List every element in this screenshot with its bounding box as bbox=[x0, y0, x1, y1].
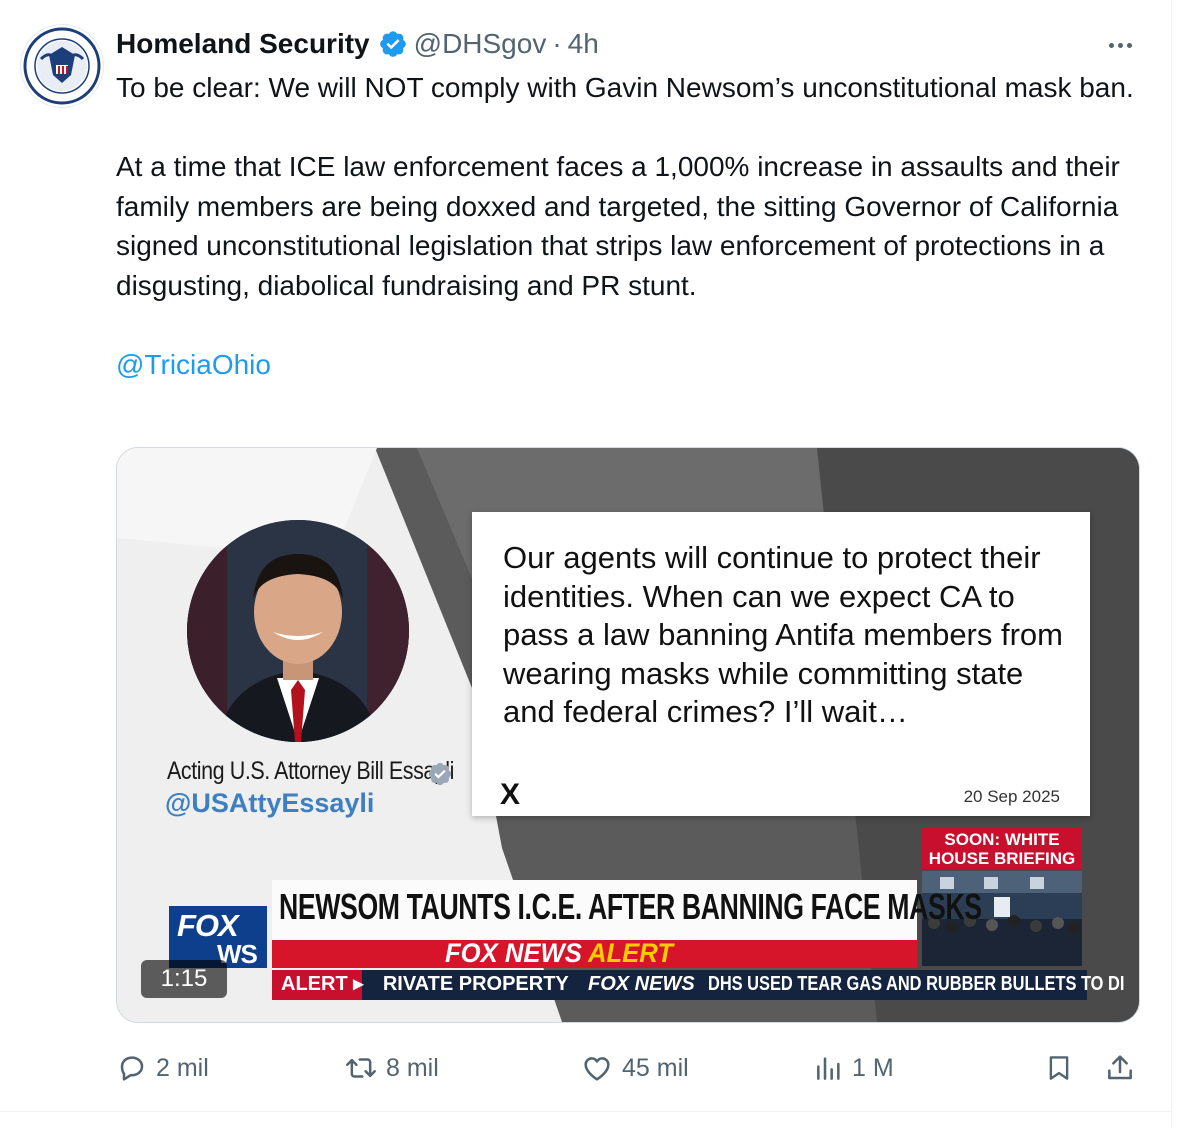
repost-count: 8 mil bbox=[386, 1053, 439, 1082]
ticker-left-text: RIVATE PROPERTY bbox=[382, 973, 569, 995]
tweet-paragraph: To be clear: We will NOT comply with Gav… bbox=[116, 72, 1134, 103]
fox-news-alert: FOX NEWS ALERT bbox=[445, 938, 673, 969]
share-icon bbox=[1108, 1055, 1132, 1080]
action-bar: 2 mil 8 mil 45 mil 1 M bbox=[0, 1046, 1171, 1090]
views-count: 1 M bbox=[852, 1053, 894, 1082]
like-button[interactable]: 45 mil bbox=[580, 1046, 689, 1090]
bookmark-button[interactable] bbox=[1044, 1046, 1082, 1090]
quoted-post-date: 20 Sep 2025 bbox=[963, 787, 1060, 806]
repost-button[interactable]: 8 mil bbox=[344, 1046, 439, 1090]
author-handle[interactable]: @DHSgov bbox=[414, 28, 547, 60]
tweet-header: Homeland Security @DHSgov · 4h bbox=[116, 27, 599, 61]
like-icon bbox=[584, 1057, 610, 1081]
quoted-post-text: Our agents will continue to protect thei… bbox=[503, 540, 1063, 729]
ticker-alert-label: ALERT ▸ bbox=[281, 973, 364, 995]
author-name[interactable]: Homeland Security bbox=[116, 28, 370, 60]
bookmark-icon bbox=[1049, 1056, 1069, 1080]
attorney-photo bbox=[187, 520, 409, 742]
views-button[interactable]: 1 M bbox=[814, 1046, 894, 1090]
mention-link[interactable]: @TriciaOhio bbox=[116, 349, 271, 380]
author-avatar[interactable] bbox=[20, 24, 104, 108]
video-duration: 1:15 bbox=[141, 960, 227, 998]
dhs-seal-icon bbox=[23, 27, 101, 105]
fox-news-logo: FOX WS bbox=[169, 906, 267, 969]
tweet-body: To be clear: We will NOT comply with Gav… bbox=[116, 68, 1156, 384]
tweet-timestamp[interactable]: 4h bbox=[568, 28, 599, 60]
verified-badge-icon[interactable] bbox=[378, 29, 408, 59]
separator-dot: · bbox=[552, 28, 562, 59]
ticker-main-text: DHS USED TEAR GAS AND RUBBER BULLETS TO … bbox=[708, 973, 1125, 995]
column-border bbox=[1171, 0, 1172, 1128]
alert-brand: FOX NEWS bbox=[445, 938, 582, 968]
ticker-fox-label: FOX NEWS bbox=[587, 973, 695, 995]
views-icon bbox=[817, 1057, 840, 1080]
tweet-paragraph: At a time that ICE law enforcement faces… bbox=[116, 151, 1120, 301]
tweet-divider bbox=[0, 1111, 1171, 1112]
chyron-headline: NEWSOM TAUNTS I.C.E. AFTER BANNING FACE … bbox=[279, 886, 982, 927]
attorney-title: Acting U.S. Attorney Bill Essayli bbox=[167, 757, 454, 785]
ticker-text: ALERT ▸ RIVATE PROPERTY FOX NEWS DHS USE… bbox=[281, 971, 1139, 996]
x-logo-icon: X bbox=[500, 778, 521, 811]
attorney-handle: @USAttyEssayli bbox=[165, 788, 375, 818]
share-button[interactable] bbox=[1104, 1046, 1144, 1090]
quoted-post-card: Our agents will continue to protect thei… bbox=[472, 512, 1090, 816]
repost-icon bbox=[346, 1058, 376, 1078]
reply-count: 2 mil bbox=[156, 1053, 209, 1082]
video-player[interactable]: Acting U.S. Attorney Bill Essayli @USAtt… bbox=[116, 447, 1140, 1023]
like-count: 45 mil bbox=[622, 1053, 689, 1082]
verified-badge-icon bbox=[427, 761, 453, 787]
alert-word: ALERT bbox=[587, 938, 674, 968]
reply-button[interactable]: 2 mil bbox=[116, 1046, 209, 1090]
more-icon[interactable] bbox=[1100, 30, 1140, 60]
soon-banner: SOON: WHITE HOUSE BRIEFING bbox=[922, 827, 1082, 869]
reply-icon bbox=[120, 1056, 144, 1081]
